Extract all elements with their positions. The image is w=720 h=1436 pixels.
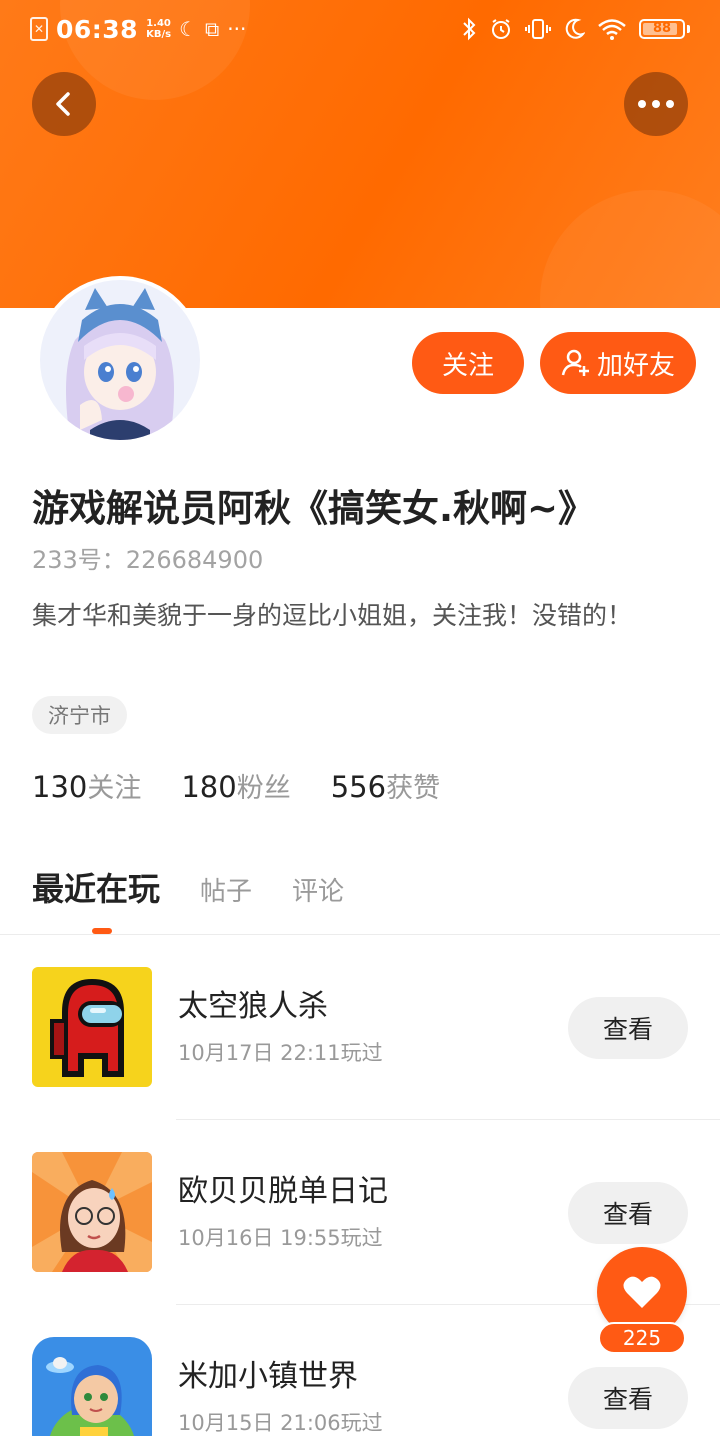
like-count-badge: 225 — [598, 1322, 686, 1354]
battery-icon: 88 — [639, 19, 690, 39]
tab-recently-played[interactable]: 最近在玩 — [32, 864, 160, 910]
network-speed: 1.40 KB/s — [146, 18, 171, 40]
location-tag: 济宁市 — [32, 696, 127, 734]
heart-icon — [623, 1276, 661, 1308]
profile-stats: 130关注 180粉丝 556获赞 — [32, 766, 440, 805]
game-name: 太空狼人杀 — [178, 989, 328, 1024]
chevron-left-icon — [56, 92, 70, 116]
network-speed-value: 1.40 — [146, 18, 171, 29]
more-options-button[interactable] — [624, 72, 688, 136]
add-friend-button[interactable]: 加好友 — [540, 332, 696, 394]
game-played-time: 10月17日 22:11玩过 — [178, 1041, 383, 1065]
game-icon-among-us — [32, 967, 152, 1087]
view-game-button[interactable]: 查看 — [568, 997, 688, 1059]
add-user-icon — [561, 349, 589, 376]
avatar[interactable] — [36, 276, 204, 444]
profile-bio: 集才华和美貌于一身的逗比小姐姐，关注我！没错的！ — [32, 601, 633, 630]
more-dots-icon — [638, 100, 674, 108]
following-count[interactable]: 130关注 — [32, 766, 141, 805]
list-item[interactable]: 太空狼人杀 10月17日 22:11玩过 查看 — [0, 935, 720, 1120]
game-played-time: 10月15日 21:06玩过 — [178, 1411, 383, 1435]
likes-received-count: 556获赞 — [331, 766, 440, 805]
profile-uid: 233号：226684900 — [32, 546, 264, 574]
followers-label: 粉丝 — [236, 773, 291, 804]
add-friend-label: 加好友 — [596, 350, 675, 381]
battery-level: 88 — [652, 21, 672, 36]
anime-girl-avatar-image — [40, 280, 200, 440]
tab-posts[interactable]: 帖子 — [200, 871, 252, 908]
followers-number: 180 — [181, 770, 237, 804]
view-game-button[interactable]: 查看 — [568, 1367, 688, 1429]
network-speed-unit: KB/s — [146, 29, 172, 40]
back-button[interactable] — [32, 72, 96, 136]
bluetooth-icon — [463, 17, 476, 41]
status-bar: ✕ 06:38 1.40 KB/s ☾ ⧉ ··· 88 — [0, 0, 720, 58]
alarm-icon — [492, 19, 510, 39]
game-name: 米加小镇世界 — [178, 1359, 358, 1394]
screenshot-icon: ⧉ — [205, 17, 220, 41]
likes-received-number: 556 — [330, 770, 387, 804]
tab-comments[interactable]: 评论 — [292, 871, 344, 908]
game-icon-miga-town — [32, 1337, 152, 1436]
following-label: 关注 — [87, 773, 142, 804]
no-sim-icon: ✕ — [30, 17, 48, 41]
game-played-time: 10月16日 19:55玩过 — [178, 1226, 383, 1250]
dnd-moon-icon — [565, 18, 585, 39]
status-time: 06:38 — [56, 14, 139, 44]
vibrate-icon — [525, 19, 551, 39]
profile-nickname: 游戏解说员阿秋《搞笑女.秋啊~》 — [32, 487, 596, 530]
profile-tabs: 最近在玩 帖子 评论 — [32, 864, 344, 910]
game-icon-obeibei — [32, 1152, 152, 1272]
moon-icon: ☾ — [179, 17, 197, 41]
game-name: 欧贝贝脱单日记 — [178, 1174, 388, 1209]
followers-count[interactable]: 180粉丝 — [181, 766, 290, 805]
more-notifications: ··· — [227, 17, 247, 41]
following-number: 130 — [32, 770, 88, 804]
wifi-icon — [598, 19, 626, 40]
follow-button[interactable]: 关注 — [412, 332, 524, 394]
likes-received-label: 获赞 — [386, 773, 441, 804]
view-game-button[interactable]: 查看 — [568, 1182, 688, 1244]
